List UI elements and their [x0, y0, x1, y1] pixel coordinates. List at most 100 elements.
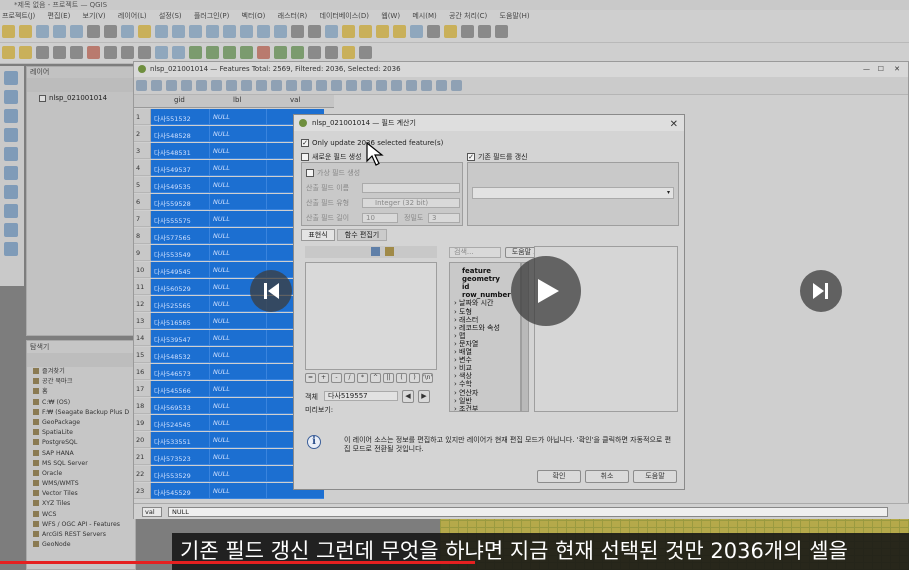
function-group[interactable]: › 맵 [454, 332, 465, 340]
prev-feature-button[interactable]: ◀ [402, 390, 414, 403]
row-number-cell[interactable]: 13 [134, 313, 151, 329]
gid-cell[interactable]: 다사555575 [151, 211, 209, 227]
function-item[interactable]: id [462, 283, 469, 291]
add-mesh-icon[interactable] [4, 109, 18, 123]
new-field-row[interactable]: 새로운 필드 생성 [301, 152, 362, 162]
field-calculator-icon[interactable] [436, 80, 447, 91]
delete-feature-icon[interactable] [211, 80, 222, 91]
function-group[interactable]: › 조건부 [454, 405, 478, 411]
select-all-icon[interactable] [286, 80, 297, 91]
zoom-native-icon[interactable] [240, 25, 253, 38]
lbl-cell[interactable]: NULL [209, 143, 266, 159]
lbl-cell[interactable]: NULL [209, 245, 266, 261]
deselect-icon[interactable] [376, 25, 389, 38]
browser-item[interactable]: SAP HANA [27, 449, 135, 459]
measure-icon[interactable] [461, 25, 474, 38]
row-number-cell[interactable]: 22 [134, 466, 151, 482]
field-calculator-icon[interactable] [410, 25, 423, 38]
add-xyz-icon[interactable] [4, 242, 18, 256]
browser-item[interactable]: 홈 [27, 387, 135, 397]
add-vector-icon[interactable] [4, 71, 18, 85]
row-number-cell[interactable]: 17 [134, 381, 151, 397]
gid-cell[interactable]: 다사545529 [151, 483, 209, 499]
add-spatialite-icon[interactable] [4, 147, 18, 161]
lbl-cell[interactable]: NULL [209, 483, 266, 499]
cancel-button[interactable]: 취소 [585, 470, 629, 483]
deselect-icon[interactable] [316, 80, 327, 91]
function-group[interactable]: › 래스터 [454, 316, 478, 324]
zoom-layer-icon[interactable] [223, 25, 236, 38]
db-manager-icon[interactable] [308, 46, 321, 59]
close-icon[interactable]: ✕ [894, 62, 900, 77]
pan-to-selected-icon[interactable] [361, 80, 372, 91]
browser-item[interactable]: 공간 북마크 [27, 377, 135, 387]
row-number-cell[interactable]: 5 [134, 177, 151, 193]
new-field-icon[interactable] [391, 80, 402, 91]
edits-icon[interactable] [2, 46, 15, 59]
browser-item[interactable]: WCS [27, 510, 135, 520]
row-number-cell[interactable]: 4 [134, 160, 151, 176]
row-number-cell[interactable]: 16 [134, 364, 151, 380]
layout-manager-icon[interactable] [87, 25, 100, 38]
style-manager-icon[interactable] [104, 25, 117, 38]
zoom-in-icon[interactable] [155, 25, 168, 38]
gid-cell[interactable]: 다사560529 [151, 279, 209, 295]
menu-item[interactable]: 플러그인(P) [194, 12, 229, 20]
function-group[interactable]: › 날짜와 시간 [454, 299, 493, 307]
menu-item[interactable]: 레이어(L) [118, 12, 147, 20]
pan-icon[interactable] [121, 25, 134, 38]
copy-features-icon[interactable] [121, 46, 134, 59]
tab-expression[interactable]: 표현식 [301, 229, 335, 241]
bookmark-icon[interactable] [308, 25, 321, 38]
open-table-icon[interactable] [393, 25, 406, 38]
row-number-cell[interactable]: 8 [134, 228, 151, 244]
print-layout-icon[interactable] [70, 25, 83, 38]
gid-cell[interactable]: 다사549537 [151, 160, 209, 176]
output-length-spin[interactable]: 10 [362, 213, 398, 223]
save-edits-icon[interactable] [36, 46, 49, 59]
lbl-cell[interactable]: NULL [209, 160, 266, 176]
menu-item[interactable]: 설정(S) [159, 12, 182, 20]
row-number-cell[interactable]: 7 [134, 211, 151, 227]
operator-button[interactable]: + [318, 373, 329, 383]
minimize-icon[interactable]: — [863, 62, 870, 77]
add-feature-icon[interactable] [196, 80, 207, 91]
operator-button[interactable]: ( [396, 373, 407, 383]
expression-input[interactable]: NULL [168, 507, 888, 517]
gid-cell[interactable]: 다사553529 [151, 466, 209, 482]
lbl-cell[interactable]: NULL [209, 449, 266, 465]
function-group[interactable]: › 변수 [454, 356, 472, 364]
browser-item[interactable]: WFS / OGC API - Features [27, 520, 135, 530]
function-group[interactable]: › 레코드와 속성 [454, 324, 500, 332]
diagram-icon[interactable] [291, 46, 304, 59]
actions-icon[interactable] [451, 80, 462, 91]
menu-item[interactable]: 편집(E) [48, 12, 71, 20]
label-rotate-icon[interactable] [257, 46, 270, 59]
operator-button[interactable]: '\n' [422, 373, 433, 383]
only-update-checkbox[interactable]: ✓ [301, 139, 309, 147]
save-as-icon[interactable] [53, 25, 66, 38]
cut-icon[interactable] [226, 80, 237, 91]
lbl-cell[interactable]: NULL [209, 398, 266, 414]
browser-item[interactable]: ArcGIS REST Servers [27, 530, 135, 540]
zoom-out-icon[interactable] [172, 25, 185, 38]
python-icon[interactable] [342, 46, 355, 59]
toggle-editing-icon[interactable] [19, 46, 32, 59]
output-type-select[interactable]: Integer (32 bit) [362, 198, 460, 208]
function-group[interactable]: › 비교 [454, 364, 472, 372]
expression-editor[interactable] [305, 262, 437, 370]
add-feature-icon[interactable] [53, 46, 66, 59]
multi-edit-icon[interactable] [151, 80, 162, 91]
copy-icon[interactable] [241, 80, 252, 91]
menu-item[interactable]: 메시(M) [412, 12, 436, 20]
save-expression-icon[interactable] [385, 247, 394, 256]
paste-features-icon[interactable] [138, 46, 151, 59]
layer-item[interactable]: nlsp_021001014 [27, 92, 135, 104]
row-number-cell[interactable]: 9 [134, 245, 151, 261]
row-number-cell[interactable]: 12 [134, 296, 151, 312]
identify-icon[interactable] [342, 25, 355, 38]
lbl-cell[interactable]: NULL [209, 126, 266, 142]
toggle-edit-icon[interactable] [136, 80, 147, 91]
label-move-icon[interactable] [240, 46, 253, 59]
function-item[interactable]: geometry [462, 275, 500, 283]
